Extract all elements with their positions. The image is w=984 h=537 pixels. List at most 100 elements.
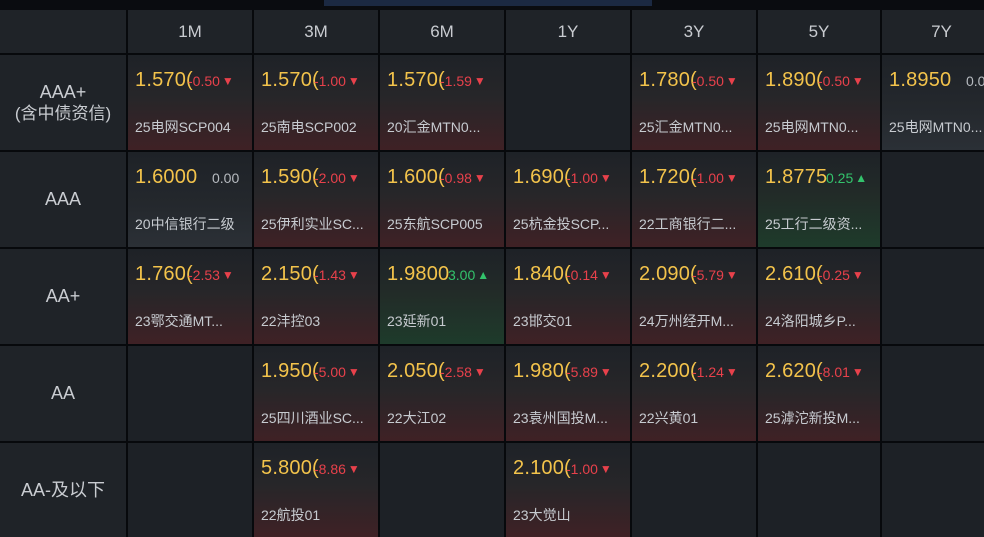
tab-highlight xyxy=(324,0,652,6)
triangle-down-icon: ▼ xyxy=(347,268,360,282)
change-number: -1.00 xyxy=(692,170,724,186)
triangle-down-icon: ▼ xyxy=(599,171,612,185)
change-value: -8.86 ▼ xyxy=(314,461,360,477)
row-header-0[interactable]: AAA+ (含中债资信) xyxy=(0,55,126,150)
quote-cell[interactable]: 1.570(-1.00 ▼ 25南电SCP002 xyxy=(254,55,378,150)
quote-cell[interactable]: 1.9800 3.00 ▲ 23延新01 xyxy=(380,249,504,344)
yield-value: 1.570( xyxy=(261,69,319,91)
triangle-down-icon: ▼ xyxy=(221,268,234,282)
bond-name: 25东航SCP005 xyxy=(387,216,483,232)
empty-cell xyxy=(882,443,984,537)
quote-cell[interactable]: 1.840(-0.14 ▼ 23邯交01 xyxy=(506,249,630,344)
bond-name: 25南电SCP002 xyxy=(261,119,357,135)
triangle-down-icon: ▼ xyxy=(851,268,864,282)
triangle-up-icon: ▲ xyxy=(477,268,490,282)
bond-name: 25汇金MTN0... xyxy=(639,119,733,135)
bond-name: 24万州经开M... xyxy=(639,313,734,329)
row-header-4[interactable]: AA-及以下 xyxy=(0,443,126,537)
triangle-down-icon: ▼ xyxy=(473,171,486,185)
quote-cell[interactable]: 2.050(-2.58 ▼ 22大江02 xyxy=(380,346,504,441)
yield-value: 1.690( xyxy=(513,166,571,188)
change-number: -1.00 xyxy=(314,73,346,89)
change-number: -2.53 xyxy=(188,267,220,283)
quote-cell[interactable]: 1.570(-0.50 ▼ 25电网SCP004 xyxy=(128,55,252,150)
empty-cell xyxy=(882,249,984,344)
quote-cell[interactable]: 1.570(-1.59 ▼ 20汇金MTN0... xyxy=(380,55,504,150)
change-number: 0.00 xyxy=(212,170,240,186)
change-value: -1.59 ▼ xyxy=(440,73,486,89)
quote-cell[interactable]: 1.8950 0.00 25电网MTN0... xyxy=(882,55,984,150)
yield-value: 5.800( xyxy=(261,457,319,479)
quote-cell[interactable]: 1.690(-1.00 ▼ 25杭金投SCP... xyxy=(506,152,630,247)
quote-cell[interactable]: 1.590(-2.00 ▼ 25伊利实业SC... xyxy=(254,152,378,247)
empty-cell xyxy=(882,346,984,441)
triangle-down-icon: ▼ xyxy=(851,365,864,379)
quote-cell[interactable]: 2.100(-1.00 ▼ 23大觉山 xyxy=(506,443,630,537)
column-header-6m[interactable]: 6M xyxy=(380,10,504,53)
row-header-3[interactable]: AA xyxy=(0,346,126,441)
change-value: -8.01 ▼ xyxy=(818,364,864,380)
bond-name: 25滹沱新投M... xyxy=(765,410,860,426)
change-number: -5.89 xyxy=(566,364,598,380)
change-value: 0.00 xyxy=(966,73,984,89)
change-number: -0.50 xyxy=(188,73,220,89)
quote-cell[interactable]: 2.200(-1.24 ▼ 22兴黄01 xyxy=(632,346,756,441)
quote-cell[interactable]: 2.090(-5.79 ▼ 24万州经开M... xyxy=(632,249,756,344)
change-value: -1.00 ▼ xyxy=(314,73,360,89)
empty-cell xyxy=(758,443,880,537)
change-value: -1.00 ▼ xyxy=(692,170,738,186)
change-value: -1.00 ▼ xyxy=(566,170,612,186)
bond-name: 25工行二级资... xyxy=(765,216,863,232)
quote-cell[interactable]: 2.150(-1.43 ▼ 22沣控03 xyxy=(254,249,378,344)
bond-name: 23大觉山 xyxy=(513,507,571,523)
column-header-1y[interactable]: 1Y xyxy=(506,10,630,53)
column-header-3y[interactable]: 3Y xyxy=(632,10,756,53)
quote-cell[interactable]: 1.600(-0.98 ▼ 25东航SCP005 xyxy=(380,152,504,247)
empty-cell xyxy=(128,443,252,537)
bond-name: 25电网SCP004 xyxy=(135,119,231,135)
quote-cell[interactable]: 1.780(-0.50 ▼ 25汇金MTN0... xyxy=(632,55,756,150)
bond-name: 23邯交01 xyxy=(513,313,573,329)
quote-cell[interactable]: 1.8775 0.25 ▲ 25工行二级资... xyxy=(758,152,880,247)
quote-cell[interactable]: 1.760(-2.53 ▼ 23鄂交通MT... xyxy=(128,249,252,344)
quote-cell[interactable]: 5.800(-8.86 ▼ 22航投01 xyxy=(254,443,378,537)
change-value: -2.53 ▼ xyxy=(188,267,234,283)
change-value: -1.24 ▼ xyxy=(692,364,738,380)
yield-value: 2.620( xyxy=(765,360,823,382)
triangle-up-icon: ▲ xyxy=(855,171,868,185)
yield-value: 1.840( xyxy=(513,263,571,285)
change-number: -8.01 xyxy=(818,364,850,380)
quote-cell[interactable]: 2.620(-8.01 ▼ 25滹沱新投M... xyxy=(758,346,880,441)
change-value: 0.00 xyxy=(212,170,239,186)
row-header-1[interactable]: AAA xyxy=(0,152,126,247)
change-number: -0.50 xyxy=(692,73,724,89)
empty-cell xyxy=(506,55,630,150)
yield-value: 1.600( xyxy=(387,166,445,188)
column-header-5y[interactable]: 5Y xyxy=(758,10,880,53)
change-number: -1.00 xyxy=(566,170,598,186)
quote-cell[interactable]: 1.890(-0.50 ▼ 25电网MTN0... xyxy=(758,55,880,150)
column-header-3m[interactable]: 3M xyxy=(254,10,378,53)
bond-name: 23鄂交通MT... xyxy=(135,313,223,329)
quote-cell[interactable]: 1.980(-5.89 ▼ 23袁州国投M... xyxy=(506,346,630,441)
quote-cell[interactable]: 2.610(-0.25 ▼ 24洛阳城乡P... xyxy=(758,249,880,344)
bond-name: 25电网MTN0... xyxy=(889,119,983,135)
change-number: -1.43 xyxy=(314,267,346,283)
change-number: -0.25 xyxy=(818,267,850,283)
change-number: -0.50 xyxy=(818,73,850,89)
column-header-7y[interactable]: 7Y xyxy=(882,10,984,53)
bond-name: 22兴黄01 xyxy=(639,410,699,426)
row-header-2[interactable]: AA+ xyxy=(0,249,126,344)
column-header-1m[interactable]: 1M xyxy=(128,10,252,53)
bond-name: 22工商银行二... xyxy=(639,216,737,232)
yield-value: 2.050( xyxy=(387,360,445,382)
yield-value: 1.8950 xyxy=(889,69,952,91)
change-number: -2.00 xyxy=(314,170,346,186)
change-number: -1.59 xyxy=(440,73,472,89)
bond-name: 25杭金投SCP... xyxy=(513,216,610,232)
rating-sublabel: (含中债资信) xyxy=(14,104,112,124)
quote-cell[interactable]: 1.950(-5.00 ▼ 25四川酒业SC... xyxy=(254,346,378,441)
quote-cell[interactable]: 1.6000 0.00 20中信银行二级 xyxy=(128,152,252,247)
triangle-down-icon: ▼ xyxy=(599,268,612,282)
quote-cell[interactable]: 1.720(-1.00 ▼ 22工商银行二... xyxy=(632,152,756,247)
